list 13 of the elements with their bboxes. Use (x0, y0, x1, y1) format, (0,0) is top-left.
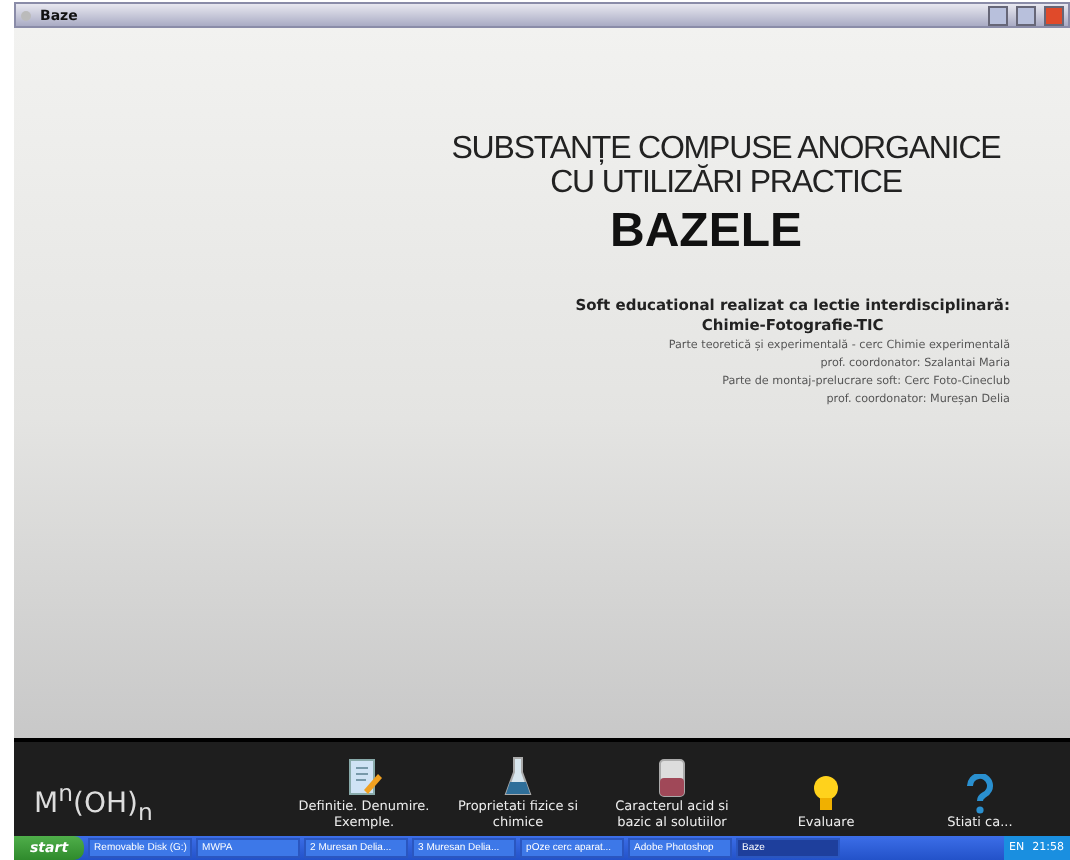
question-mark-icon (966, 774, 994, 814)
minimize-button[interactable] (988, 5, 1008, 25)
subtitle: BAZELE (610, 204, 802, 260)
document-pencil-icon (346, 758, 382, 798)
beaker-icon (658, 758, 686, 798)
formula: M$^{n}$(OH)$_{n}$ (34, 779, 155, 826)
title-line: SUBSTANȚE COMPUSE ANORGANICE (451, 132, 1001, 166)
title-line: CU UTILIZĂRI PRACTICE (550, 166, 902, 200)
lightbulb-icon (812, 774, 840, 814)
restore-button[interactable] (1016, 5, 1036, 25)
close-button[interactable] (1044, 5, 1064, 25)
app-icon (20, 9, 32, 21)
flask-icon (504, 754, 532, 798)
